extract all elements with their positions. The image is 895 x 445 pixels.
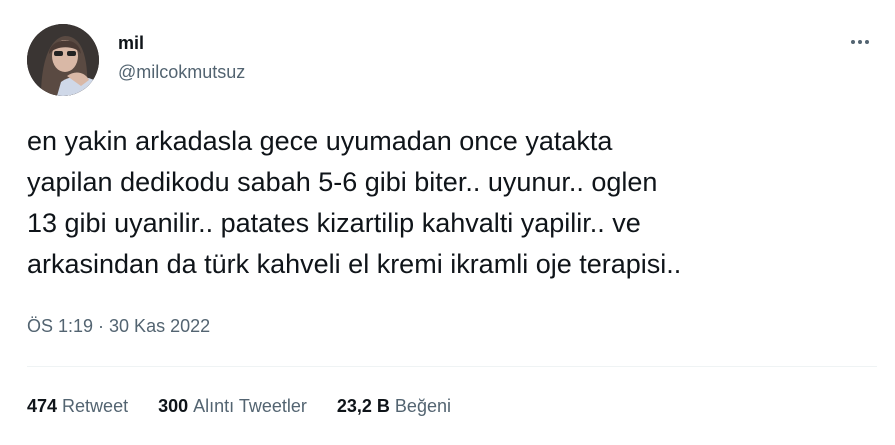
divider [27, 366, 877, 367]
stat-label: Alıntı Tweetler [193, 396, 307, 416]
stat-label: Retweet [62, 396, 129, 416]
stat-number: 23,2 B [336, 396, 390, 416]
tweet-card: mil @milcokmutsuz en yakin arkadasla gec… [0, 0, 895, 445]
dot [858, 40, 862, 44]
avatar[interactable] [27, 24, 99, 96]
tweet-timestamp[interactable]: ÖS 1:19 · 30 Kas 2022 [27, 316, 210, 337]
dot [865, 40, 869, 44]
stat-number: 300 [158, 396, 189, 416]
tweet-text: en yakin arkadasla gece uyumadan once ya… [27, 126, 682, 279]
dot [851, 40, 855, 44]
user-handle[interactable]: @milcokmutsuz [118, 62, 245, 83]
retweet-count[interactable]: 474 Retweet [27, 396, 128, 417]
tweet-stats: 474 Retweet 300 Alıntı Tweetler 23,2 B B… [27, 396, 451, 417]
quote-tweet-count[interactable]: 300 Alıntı Tweetler [158, 396, 307, 417]
stat-number: 474 [27, 396, 58, 416]
more-options-icon[interactable] [844, 30, 876, 54]
display-name[interactable]: mil [118, 33, 144, 54]
like-count[interactable]: 23,2 B Beğeni [337, 396, 451, 417]
stat-label: Beğeni [394, 396, 451, 416]
